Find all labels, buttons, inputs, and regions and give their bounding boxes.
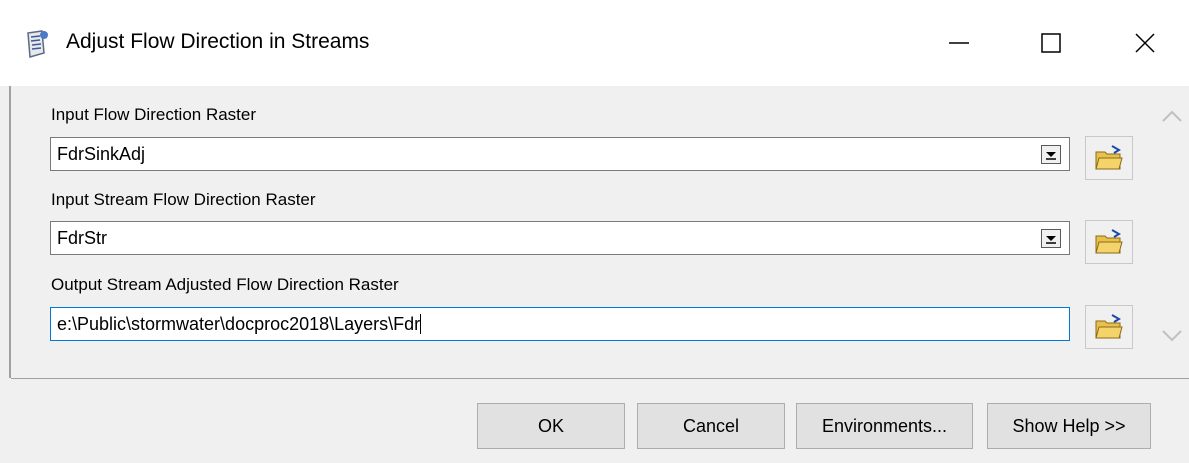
scroll-down-icon[interactable] <box>1161 328 1183 349</box>
minimize-icon <box>949 42 969 44</box>
browse-button-input-stream-flow-direction[interactable] <box>1085 220 1133 264</box>
dropdown-arrow-icon[interactable] <box>1041 229 1061 248</box>
scroll-up-icon[interactable] <box>1161 108 1183 129</box>
input-flow-direction-dropdown[interactable]: FdrSinkAdj <box>50 137 1070 171</box>
window-title: Adjust Flow Direction in Streams <box>66 30 370 53</box>
maximize-button[interactable] <box>1016 14 1086 72</box>
maximize-icon <box>1041 33 1061 53</box>
show-help-button[interactable]: Show Help >> <box>987 403 1151 449</box>
open-folder-icon <box>1095 145 1123 170</box>
field-label-input-stream-flow-direction: Input Stream Flow Direction Raster <box>51 190 316 209</box>
ok-button[interactable]: OK <box>477 403 625 449</box>
input-stream-flow-direction-dropdown[interactable]: FdrStr <box>50 221 1070 255</box>
dropdown-value: FdrSinkAdj <box>57 144 146 164</box>
dropdown-arrow-icon[interactable] <box>1041 145 1061 164</box>
title-bar[interactable]: Adjust Flow Direction in Streams <box>0 0 1189 86</box>
open-folder-icon <box>1095 229 1123 254</box>
field-label-output-stream-adjusted: Output Stream Adjusted Flow Direction Ra… <box>51 275 399 294</box>
minimize-button[interactable] <box>924 14 994 72</box>
open-folder-icon <box>1095 314 1123 339</box>
close-icon <box>1135 33 1155 53</box>
cancel-button[interactable]: Cancel <box>637 403 785 449</box>
browse-button-input-flow-direction[interactable] <box>1085 136 1133 180</box>
browse-button-output-raster[interactable] <box>1085 305 1133 349</box>
output-raster-path-input[interactable]: e:\Public\stormwater\docproc2018\Layers\… <box>50 307 1070 341</box>
environments-button[interactable]: Environments... <box>796 403 973 449</box>
close-button[interactable] <box>1110 14 1180 72</box>
toolbox-scroll-icon <box>22 29 50 61</box>
field-label-input-flow-direction: Input Flow Direction Raster <box>51 105 257 124</box>
output-path-value: e:\Public\stormwater\docproc2018\Layers\… <box>57 314 422 334</box>
dropdown-value: FdrStr <box>57 228 108 248</box>
